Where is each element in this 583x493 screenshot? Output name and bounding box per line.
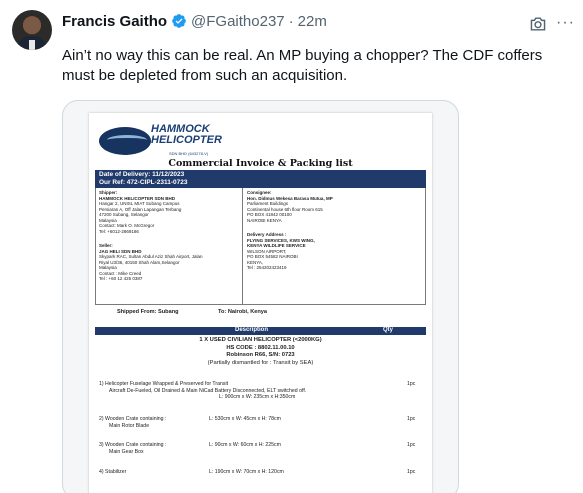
shipper-block: Shipper: HAMMOCK HELICOPTER SDN BHD Hang…: [99, 190, 239, 282]
delivery-line: Tel : 254202423419: [247, 265, 287, 270]
author-handle[interactable]: @FGaitho237: [191, 13, 285, 30]
item-line: Main Rotor Blade: [109, 422, 150, 429]
shipped-to: To: Nairobi, Kenya: [218, 309, 268, 315]
attached-image[interactable]: HAMMOCK HELICOPTER SDN BHD (643278-V) Com…: [62, 100, 459, 493]
list-item: 3) Wooden Crate containing : Main Gear B…: [99, 442, 419, 455]
timestamp[interactable]: 22m: [298, 13, 327, 30]
item-dimensions: L: 190cm x W: 70cm x H: 120cm: [209, 469, 284, 475]
avatar[interactable]: [12, 10, 52, 50]
logo-sub: SDN BHD (643278-V): [169, 151, 209, 156]
list-item: 2) Wooden Crate containing : Main Rotor …: [99, 416, 419, 429]
tweet-text: Ain’t no way this can be real. An MP buy…: [62, 47, 543, 84]
company-logo: HAMMOCK HELICOPTER SDN BHD (643278-V): [99, 121, 222, 161]
item-line: 1) Helicopter Fuselage Wrapped & Preserv…: [99, 381, 229, 387]
party-details: Shipper: HAMMOCK HELICOPTER SDN BHD Hang…: [95, 188, 426, 305]
item-dimensions: L: 900cm x W: 235cm x H:350cm: [219, 394, 296, 401]
camera-icon[interactable]: [529, 16, 547, 32]
delivery-date: Date of Delivery: 11/12/2023: [99, 171, 185, 178]
list-item: 4) Stabilizer L: 190cm x W: 70cm x H: 12…: [99, 469, 419, 476]
item-qty: 1pc: [407, 442, 416, 448]
transit-note: (Partially dismantled for : Transit by S…: [207, 359, 314, 366]
verified-badge-icon: [172, 14, 186, 28]
logo-line2: HELICOPTER: [151, 134, 222, 146]
item-line: Main Gear Box: [109, 448, 144, 455]
invoice-header-bar: Date of Delivery: 11/12/2023 Our Ref: 47…: [95, 170, 426, 188]
item-line: Aircraft De-Fueled, Oil Drained & Main N…: [109, 387, 307, 394]
more-icon[interactable]: ···: [556, 14, 574, 32]
document-title: Commercial Invoice & Packing list: [168, 158, 353, 169]
author-name[interactable]: Francis Gaitho: [62, 13, 167, 30]
description-column: Description: [235, 327, 269, 333]
seller-line: Tel : +60 12 425 0387: [99, 276, 143, 281]
invoice-document: HAMMOCK HELICOPTER SDN BHD (643278-V) Com…: [89, 113, 432, 493]
list-item: 1) Helicopter Fuselage Wrapped & Preserv…: [99, 381, 419, 401]
item-summary: 1 X USED CIVILIAN HELICOPTER (<2000KG) H…: [95, 337, 426, 367]
item-qty: 1pc: [407, 416, 416, 422]
item-title: 1 X USED CIVILIAN HELICOPTER (<2000KG): [199, 337, 322, 343]
qty-column: Qty: [383, 327, 394, 333]
shipped-from: Shipped From: Subang: [117, 309, 179, 315]
items-table-header: Description Qty: [95, 327, 426, 335]
separator: ·: [288, 12, 294, 30]
model: Robinson R66, S/N: 0723: [226, 352, 295, 358]
item-qty: 1pc: [407, 469, 416, 475]
consignee-block: Consignee: Hon. Didmus Wekesa Barasa Mut…: [247, 190, 422, 271]
item-dimensions: L: 90cm x W: 60cm x H: 225cm: [209, 442, 281, 448]
tweet-header: Francis Gaitho @FGaitho237 · 22m: [62, 11, 327, 31]
item-qty: 1pc: [407, 381, 416, 387]
reference-number: Our Ref: 472-CIPL-2311-0723: [99, 179, 188, 186]
item-dimensions: L: 530cm x W: 45cm x H: 78cm: [209, 416, 281, 422]
hs-code: HS CODE : 8802.11.00.10: [226, 344, 295, 351]
